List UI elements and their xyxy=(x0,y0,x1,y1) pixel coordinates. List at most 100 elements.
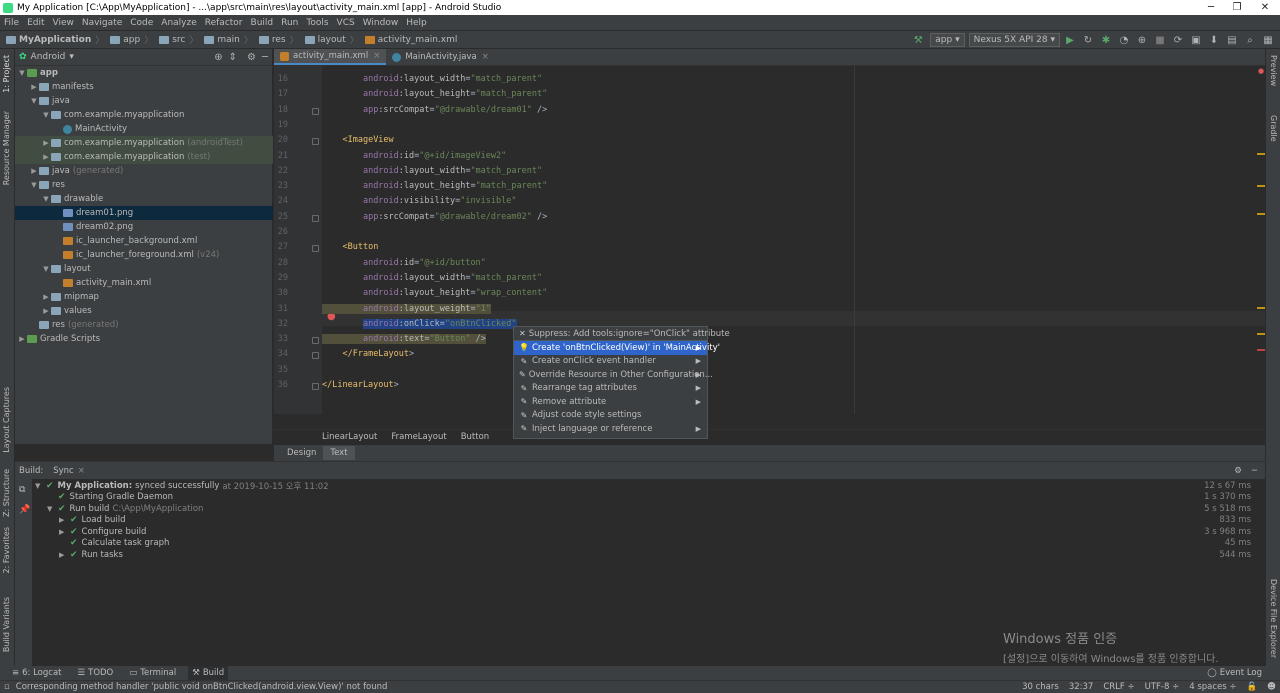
code-line[interactable]: </FrameLayout> xyxy=(322,349,414,359)
code-line[interactable]: android:text="Button" /> xyxy=(322,334,486,345)
collapsed-arrow-icon[interactable]: ▶ xyxy=(59,516,67,524)
collapsed-arrow-icon[interactable]: ▶ xyxy=(17,335,27,343)
build-tree-row[interactable]: ✔ Starting Gradle Daemon xyxy=(47,492,173,503)
fold-marker-icon[interactable] xyxy=(312,245,319,253)
code-line[interactable]: app:srcCompat="@drawable/dream02" /> xyxy=(322,212,547,222)
code-line[interactable]: android:layout_weight="1" xyxy=(322,303,491,314)
fold-marker-icon[interactable] xyxy=(312,337,319,345)
pin-icon[interactable]: 📌 xyxy=(19,505,30,515)
close-icon[interactable]: × xyxy=(373,51,380,61)
expanded-arrow-icon[interactable]: ▼ xyxy=(41,265,51,273)
tree-item[interactable]: dream02.png xyxy=(15,220,273,234)
expanded-arrow-icon[interactable]: ▼ xyxy=(41,195,51,203)
tab-logcat[interactable]: ≡ 6: Logcat xyxy=(8,666,66,680)
tree-item[interactable]: ▶ Gradle Scripts xyxy=(15,332,273,346)
resource-manager-tool-tab[interactable]: Resource Manager xyxy=(2,111,11,185)
build-tree-row[interactable]: ▼ ✔ Run build C:\App\MyApplication xyxy=(47,503,203,514)
line-separator[interactable]: CRLF ÷ xyxy=(1103,682,1134,692)
code-line[interactable]: android:layout_height="match_parent" xyxy=(322,89,547,99)
fold-marker-icon[interactable] xyxy=(312,214,319,222)
menu-refactor[interactable]: Refactor xyxy=(201,18,247,28)
build-tree-row[interactable]: ▶ ✔ Run tasks xyxy=(59,549,123,560)
project-view-select[interactable]: Android xyxy=(31,52,66,62)
breadcrumb-item[interactable]: Button xyxy=(461,432,489,442)
collapsed-arrow-icon[interactable]: ▶ xyxy=(29,167,39,175)
hide-icon[interactable]: ─ xyxy=(262,52,268,63)
intention-action-item[interactable]: ✎ Override Resource in Other Configuratio… xyxy=(514,368,713,382)
breadcrumb-item[interactable]: res 〉 xyxy=(258,33,299,46)
collapsed-arrow-icon[interactable]: ▶ xyxy=(59,528,67,536)
menu-window[interactable]: Window xyxy=(359,18,403,28)
menu-analyze[interactable]: Analyze xyxy=(157,18,200,28)
warning-mark[interactable] xyxy=(1257,307,1265,309)
structure-tool-tab[interactable]: Z: Structure xyxy=(2,469,11,517)
tree-item[interactable]: MainActivity xyxy=(15,122,273,136)
indent-settings[interactable]: 4 spaces ÷ xyxy=(1189,682,1236,692)
code-line[interactable]: </LinearLayout> xyxy=(322,380,399,390)
sdk-manager-icon[interactable]: ⬇ xyxy=(1206,33,1222,47)
collapsed-arrow-icon[interactable]: ▶ xyxy=(41,293,51,301)
project-structure-icon[interactable]: ▦ xyxy=(1260,33,1276,47)
fold-marker-icon[interactable] xyxy=(312,138,319,146)
code-line[interactable]: android:layout_width="match_parent" xyxy=(322,273,542,283)
tab-build[interactable]: ⚒ Build xyxy=(188,666,229,680)
tab-mainactivity-java[interactable]: MainActivity.java × xyxy=(386,49,495,65)
menu-edit[interactable]: Edit xyxy=(23,18,48,28)
menu-navigate[interactable]: Navigate xyxy=(78,18,126,28)
menu-tools[interactable]: Tools xyxy=(302,18,332,28)
tab-todo[interactable]: ☰ TODO xyxy=(74,666,118,680)
layout-inspector-icon[interactable]: ▤ xyxy=(1224,33,1240,47)
chevron-down-icon[interactable]: ▾ xyxy=(69,52,74,62)
expanded-arrow-icon[interactable]: ▼ xyxy=(29,181,39,189)
breadcrumb-item[interactable]: activity_main.xml xyxy=(364,33,457,46)
code-line[interactable]: <ImageView xyxy=(322,135,393,145)
intention-action-item[interactable]: ✎ Remove attribute ▶ xyxy=(514,395,707,409)
tab-design[interactable]: Design xyxy=(280,446,323,460)
maximize-icon[interactable]: ❐ xyxy=(1224,0,1250,15)
apply-changes-icon[interactable]: ↻ xyxy=(1080,33,1096,47)
expanded-arrow-icon[interactable]: ▼ xyxy=(41,111,51,119)
tree-item[interactable]: ▼ app xyxy=(15,66,273,80)
tree-item[interactable]: ▶ mipmap xyxy=(15,290,273,304)
caret-position[interactable]: 32:37 xyxy=(1069,682,1094,692)
tree-item[interactable]: ic_launcher_foreground.xml (v24) xyxy=(15,248,273,262)
code-line[interactable]: android:id="@+id/button" xyxy=(322,258,486,268)
event-log-button[interactable]: ◯ Event Log xyxy=(1203,666,1266,680)
tab-activity-main-xml[interactable]: activity_main.xml × xyxy=(274,49,387,65)
breadcrumb-item[interactable]: LinearLayout xyxy=(322,432,377,442)
status-toggle-icon[interactable]: ▫ xyxy=(4,682,10,692)
close-icon[interactable]: × xyxy=(482,52,489,62)
code-line[interactable]: app:srcCompat="@drawable/dream01" /> xyxy=(322,105,547,115)
preview-tool-tab[interactable]: Preview xyxy=(1269,55,1278,86)
code-line[interactable]: android:id="@+id/imageView2" xyxy=(322,151,506,161)
expanded-arrow-icon[interactable]: ▼ xyxy=(47,505,55,513)
intention-action-item[interactable]: ✎ Create onClick event handler ▶ xyxy=(514,355,707,369)
fold-marker-icon[interactable] xyxy=(312,352,319,360)
locate-icon[interactable]: ⊕ xyxy=(214,52,222,63)
fold-marker-icon[interactable] xyxy=(312,107,319,115)
file-encoding[interactable]: UTF-8 ÷ xyxy=(1145,682,1180,692)
build-variants-tool-tab[interactable]: Build Variants xyxy=(2,597,11,652)
tree-item[interactable]: ▼ res xyxy=(15,178,273,192)
attach-debugger-icon[interactable]: ⊕ xyxy=(1134,33,1150,47)
lock-icon[interactable]: 🔓 xyxy=(1247,682,1258,692)
code-line[interactable]: android:visibility="invisible" xyxy=(322,196,517,206)
collapse-all-icon[interactable]: ⇕ xyxy=(229,52,237,63)
error-mark[interactable] xyxy=(1257,349,1265,351)
layout-captures-tool-tab[interactable]: Layout Captures xyxy=(2,387,11,453)
run-icon[interactable]: ▶ xyxy=(1062,33,1078,47)
breadcrumb-item[interactable]: FrameLayout xyxy=(391,432,446,442)
hide-icon[interactable]: ─ xyxy=(1252,466,1257,476)
collapsed-arrow-icon[interactable]: ▶ xyxy=(29,83,39,91)
project-tool-tab[interactable]: 1: Project xyxy=(2,55,11,93)
breadcrumb-item[interactable]: MyApplication 〉 xyxy=(6,33,104,46)
breadcrumb-item[interactable]: layout 〉 xyxy=(304,33,359,46)
code-line[interactable]: <Button xyxy=(322,242,378,252)
hammer-icon[interactable]: ⚒ xyxy=(910,33,926,47)
tree-item[interactable]: res (generated) xyxy=(15,318,273,332)
tree-item[interactable]: ▼ com.example.myapplication xyxy=(15,108,273,122)
code-line[interactable]: android:layout_width="match_parent" xyxy=(322,166,542,176)
gear-icon[interactable]: ⚙ xyxy=(247,52,256,63)
tree-item[interactable]: ▶ values xyxy=(15,304,273,318)
search-icon[interactable]: ⌕ xyxy=(1242,33,1258,47)
